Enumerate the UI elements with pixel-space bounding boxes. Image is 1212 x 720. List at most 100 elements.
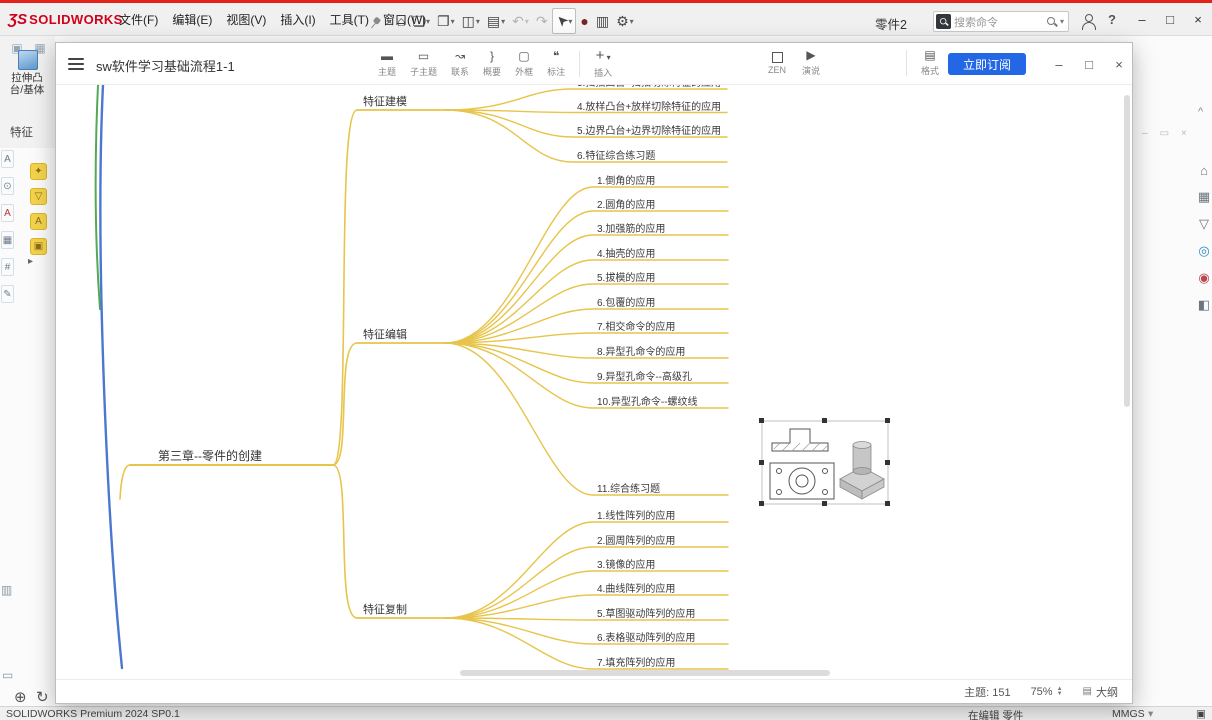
eye-icon[interactable]: ⊙ [1, 177, 14, 195]
leaf-topic-0-3[interactable]: 6.特征综合练习题 [577, 147, 655, 162]
leaf-topic-2-2[interactable]: 3.镜像的应用 [597, 556, 655, 571]
subscribe-button[interactable]: 立即订阅 [948, 53, 1026, 75]
flyout-arrow-icon[interactable]: ▸ [28, 256, 33, 267]
leaf-topic-1-1[interactable]: 2.圆角的应用 [597, 196, 655, 211]
child-close-icon[interactable]: × [1181, 128, 1187, 139]
close-button[interactable]: × [1184, 3, 1212, 36]
leaf-topic-1-10[interactable]: 11.综合练习题 [597, 480, 660, 495]
menu-item-2[interactable]: 视图(V) [219, 3, 273, 36]
menu-item-3[interactable]: 插入(I) [273, 3, 322, 36]
topic-attachment-image[interactable] [759, 418, 890, 506]
taskpane-filter-icon[interactable]: ▽ [1196, 216, 1212, 232]
extrude-boss-icon[interactable] [18, 50, 38, 70]
leaf-topic-1-2[interactable]: 3.加强筋的应用 [597, 220, 665, 235]
note-icon[interactable]: A [1, 150, 14, 168]
origin-crosshair-icon[interactable]: ⊕ [14, 688, 27, 706]
leaf-topic-0-2[interactable]: 5.边界凸台+边界切除特征的应用 [577, 122, 721, 137]
leaf-topic-2-4[interactable]: 5.草图驱动阵列的应用 [597, 605, 695, 620]
mm-tool-insert[interactable]: + ▾ 插入 [594, 48, 612, 79]
help-icon[interactable]: ? [1108, 12, 1116, 27]
menu-item-0[interactable]: 文件(F) [112, 3, 165, 36]
maximize-button[interactable]: □ [1156, 3, 1184, 36]
zen-mode-button[interactable]: ZEN [768, 51, 786, 75]
leaf-topic-1-8[interactable]: 9.异型孔命令--高级孔 [597, 368, 692, 383]
child-restore-icon[interactable]: ▭ [1160, 128, 1169, 139]
status-units-caret-icon[interactable]: ▾ [1148, 708, 1153, 720]
featuremanager-folder-icon[interactable]: ▣ [30, 238, 47, 255]
zoom-stepper[interactable]: ▲ ▼ [1057, 686, 1063, 697]
outline-toggle[interactable]: ▤ 大纲 [1083, 684, 1118, 700]
tab-features[interactable]: 特征 [10, 124, 33, 140]
format-button[interactable]: ▤ 格式 [921, 49, 939, 77]
leaf-topic-1-6[interactable]: 7.相交命令的应用 [597, 318, 675, 333]
leaf-topic-1-7[interactable]: 8.异型孔命令的应用 [597, 343, 685, 358]
taskpane-globe-icon[interactable]: ◎ [1196, 243, 1212, 259]
featuremanager-label-icon[interactable]: A [30, 213, 47, 230]
pencil-icon[interactable]: ✎ [1, 285, 14, 303]
mm-tool-callout[interactable]: ❝ 标注 [547, 50, 565, 78]
zoom-control[interactable]: 75% ▲ ▼ [1031, 686, 1063, 698]
sphere-tool-button[interactable]: ● [577, 8, 591, 34]
leaf-topic-2-0[interactable]: 1.线性阵列的应用 [597, 507, 675, 522]
mm-tool-subtopic[interactable]: ▭ 子主题 [410, 50, 437, 78]
branch-topic-2[interactable]: 特征复制 [363, 601, 407, 617]
leaf-topic-2-1[interactable]: 2.圆周阵列的应用 [597, 532, 675, 547]
branch-topic-1[interactable]: 特征编辑 [363, 326, 407, 342]
status-units[interactable]: MMGS [1112, 708, 1145, 720]
mm-tool-topic[interactable]: ▬ 主题 [378, 50, 396, 78]
view-pane-icon[interactable]: ▥ [1, 583, 12, 597]
search-input[interactable]: 搜索命令 [954, 14, 1046, 30]
print-button[interactable]: ▤ ▾ [484, 8, 508, 34]
child-minimize-icon[interactable]: – [1142, 128, 1148, 139]
mm-tool-relationship[interactable]: ↝ 联系 [451, 50, 469, 78]
hatch-icon[interactable]: # [1, 258, 14, 276]
zoom-out-icon[interactable]: ▼ [1057, 691, 1063, 697]
mindmap-minimize-button[interactable]: – [1044, 52, 1074, 76]
search-box[interactable]: 搜索命令 ▾ [933, 11, 1069, 32]
leaf-topic-2-6[interactable]: 7.填充阵列的应用 [597, 654, 675, 669]
user-account-icon[interactable] [1080, 14, 1096, 30]
taskpane-appearance-icon[interactable]: ◉ [1196, 270, 1212, 286]
mm-tool-summary[interactable]: } 概要 [483, 50, 501, 78]
branch-topic-0[interactable]: 特征建模 [363, 93, 407, 109]
leaf-topic-2-5[interactable]: 6.表格驱动阵列的应用 [597, 629, 695, 644]
featuremanager-wrench-icon[interactable]: ✦ [30, 163, 47, 180]
taskpane-panes-icon[interactable]: ▦ [1196, 189, 1212, 205]
taskpane-home-icon[interactable]: ⌂ [1196, 162, 1212, 178]
root-topic[interactable]: 第三章--零件的创建 [158, 447, 262, 464]
collapse-panel-icon[interactable]: ^ [1198, 106, 1203, 118]
hamburger-menu-icon[interactable] [68, 58, 84, 70]
featuremanager-filter-icon[interactable]: ▽ [30, 188, 47, 205]
mindmap-close-button[interactable]: × [1104, 52, 1134, 76]
search-icon[interactable] [1046, 16, 1058, 28]
leaf-topic-0-0[interactable]: 3.扫描凸台+扫描切除特征的应用 [577, 85, 721, 89]
new-document-button[interactable]: ❏ ▾ [409, 8, 433, 34]
leaf-topic-0-1[interactable]: 4.放样凸台+放样切除特征的应用 [577, 98, 721, 113]
search-scope-icon[interactable] [936, 14, 951, 29]
mindmap-maximize-button[interactable]: □ [1074, 52, 1104, 76]
grid-icon[interactable]: ▦ [1, 231, 14, 249]
leaf-topic-1-9[interactable]: 10.异型孔命令--螺纹线 [597, 393, 698, 408]
horizontal-scrollbar[interactable] [460, 670, 830, 676]
leaf-topic-1-5[interactable]: 6.包覆的应用 [597, 294, 655, 309]
options-gear-button[interactable]: ⚙ ▾ [613, 8, 637, 34]
spellcheck-icon[interactable]: A [1, 204, 14, 222]
mindmap-canvas[interactable]: 特征建模 3.扫描凸台+扫描切除特征的应用 4.放样凸台+放样切除特征的应用 5.边界… [56, 85, 1132, 679]
document-properties-button[interactable]: ▥ [593, 8, 612, 34]
taskpane-properties-icon[interactable]: ◧ [1196, 297, 1212, 313]
open-folder-button[interactable]: ❐ ▾ [434, 8, 458, 34]
search-caret-icon[interactable]: ▾ [1060, 17, 1064, 26]
home-button[interactable]: ⌂ [394, 8, 408, 34]
menu-item-1[interactable]: 编辑(E) [165, 3, 219, 36]
minimize-button[interactable]: – [1128, 3, 1156, 36]
viewport-icon[interactable]: ▭ [2, 668, 13, 682]
leaf-topic-1-3[interactable]: 4.抽壳的应用 [597, 245, 655, 260]
mm-tool-boundary[interactable]: ▢ 外框 [515, 50, 533, 78]
save-button[interactable]: ◫ ▾ [459, 8, 483, 34]
select-cursor-button[interactable]: ➤ ▾ [551, 8, 577, 34]
status-grid-icon[interactable]: ▣ [1196, 708, 1206, 720]
vertical-scrollbar[interactable] [1124, 95, 1130, 407]
leaf-topic-1-0[interactable]: 1.倒角的应用 [597, 172, 655, 187]
rebuild-icon[interactable]: ↻ [36, 688, 49, 706]
leaf-topic-2-3[interactable]: 4.曲线阵列的应用 [597, 580, 675, 595]
